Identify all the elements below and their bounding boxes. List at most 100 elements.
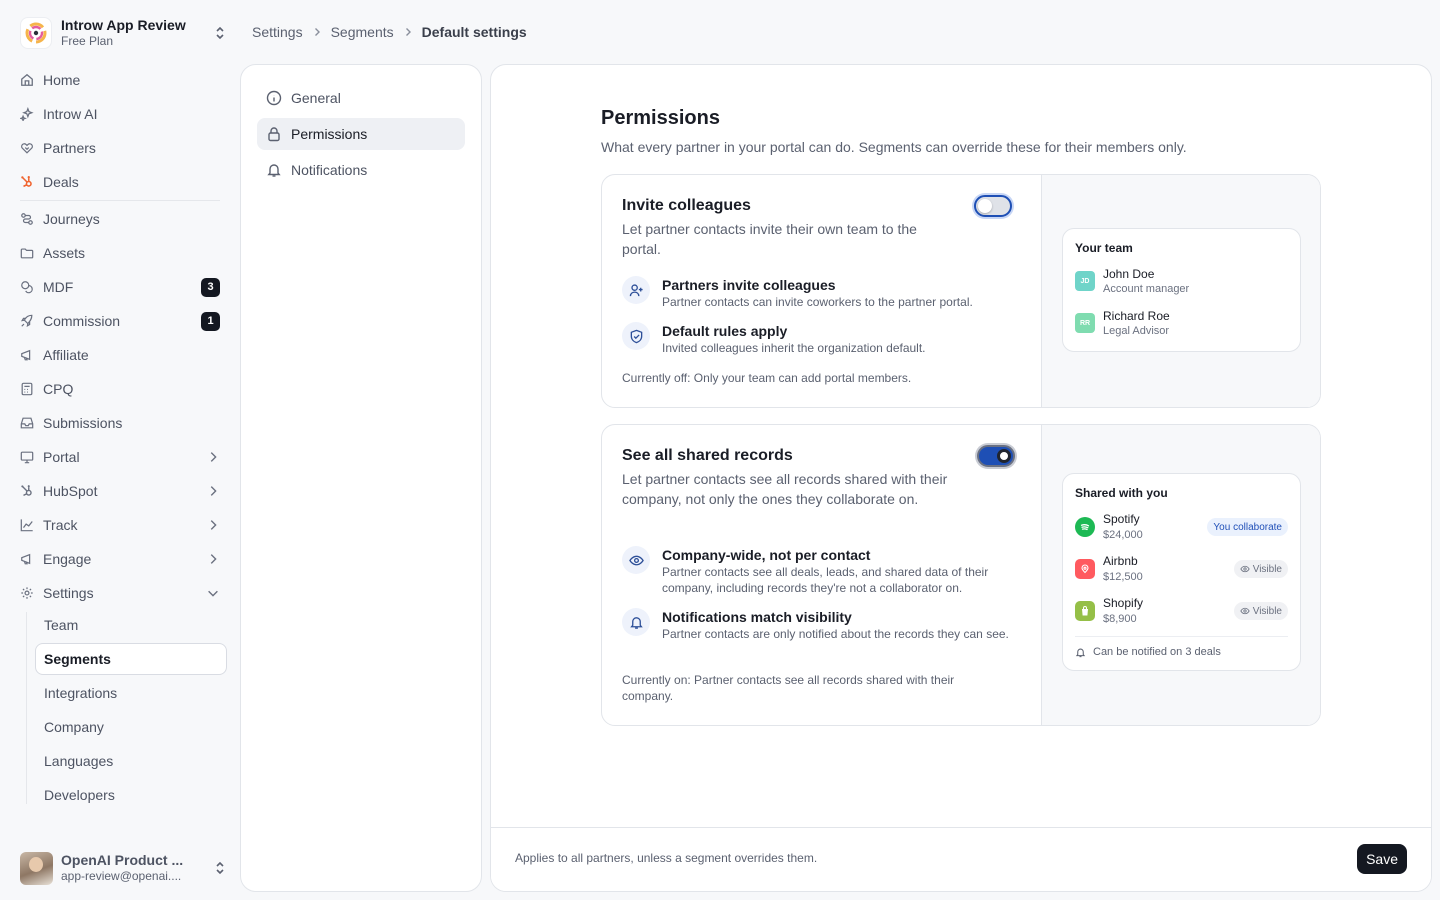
coins-icon bbox=[21, 281, 33, 294]
org-logo bbox=[20, 17, 52, 49]
card-status: Currently on: Partner contacts see all r… bbox=[622, 673, 955, 703]
settings-sub-languages[interactable]: Languages bbox=[44, 748, 113, 774]
nav-label: Introw AI bbox=[43, 106, 98, 122]
lock-icon bbox=[268, 127, 280, 142]
nav-item-submissions[interactable]: Submissions bbox=[20, 410, 220, 436]
feature-item: Default rules apply Invited colleagues i… bbox=[622, 322, 1012, 356]
page-title: Permissions bbox=[601, 107, 720, 129]
feature-item: Partners invite colleagues Partner conta… bbox=[622, 276, 1012, 310]
footer-bar: Applies to all partners, unless a segmen… bbox=[491, 827, 1431, 891]
member-role: Legal Advisor bbox=[1103, 325, 1170, 337]
nav-item-hubspot[interactable]: HubSpot bbox=[20, 478, 220, 504]
nav-label: Partners bbox=[43, 140, 96, 156]
settings-tree-line bbox=[26, 612, 27, 804]
nav-label: Submissions bbox=[43, 415, 123, 431]
feature-title: Partners invite colleagues bbox=[662, 277, 836, 293]
settings-sub-segments[interactable]: Segments bbox=[35, 643, 227, 675]
settings-sub-team[interactable]: Team bbox=[44, 612, 78, 638]
chevron-right-icon bbox=[314, 28, 320, 36]
visible-badge-label: Visible bbox=[1252, 605, 1282, 617]
handshake-icon bbox=[21, 143, 33, 154]
nav-item-partners[interactable]: Partners bbox=[20, 135, 220, 161]
nav-item-journeys[interactable]: Journeys bbox=[20, 206, 220, 232]
chevron-right-icon bbox=[405, 28, 411, 36]
chevron-right-icon bbox=[210, 554, 217, 564]
section-label: Permissions bbox=[291, 126, 368, 142]
collaborate-badge: You collaborate bbox=[1207, 518, 1288, 536]
nav-item-commission[interactable]: Commission 1 bbox=[20, 308, 220, 334]
member-name: John Doe bbox=[1103, 267, 1155, 281]
nav-label: Settings bbox=[43, 585, 94, 601]
monitor-icon bbox=[20, 451, 34, 464]
nav-item-mdf[interactable]: MDF 3 bbox=[20, 274, 220, 300]
toggle-knob bbox=[978, 199, 992, 213]
nav-item-introw-ai[interactable]: Introw AI bbox=[20, 101, 220, 127]
avatar bbox=[20, 851, 53, 885]
nav-label: HubSpot bbox=[43, 483, 98, 499]
section-permissions[interactable]: Permissions bbox=[257, 118, 465, 150]
nav-item-assets[interactable]: Assets bbox=[20, 240, 220, 266]
invite-colleagues-toggle[interactable] bbox=[974, 195, 1012, 217]
section-general[interactable]: General bbox=[257, 82, 465, 114]
nav-item-cpq[interactable]: CPQ bbox=[20, 376, 220, 402]
feature-title: Notifications match visibility bbox=[662, 609, 852, 625]
notify-summary: Can be notified on 3 deals bbox=[1075, 636, 1288, 658]
settings-sub-company[interactable]: Company bbox=[44, 714, 104, 740]
hubspot-icon bbox=[21, 176, 32, 188]
org-switcher[interactable]: Introw App Review Free Plan bbox=[20, 15, 228, 51]
record-row: Shopify $8,900 Visible bbox=[1075, 594, 1288, 628]
bell-icon bbox=[267, 164, 281, 177]
user-name: OpenAI Product ... bbox=[61, 851, 184, 868]
nav-item-home[interactable]: Home bbox=[20, 67, 220, 93]
team-member: JD John Doe Account manager bbox=[1075, 265, 1288, 297]
footer-note: Applies to all partners, unless a segmen… bbox=[515, 851, 818, 865]
nav-label: Commission bbox=[43, 313, 121, 329]
team-member: RR Richard Roe Legal Advisor bbox=[1075, 307, 1288, 339]
breadcrumb-segments[interactable]: Segments bbox=[331, 24, 394, 40]
card-preview-area: Shared with you Spotify $24,000 You coll… bbox=[1041, 425, 1320, 725]
chart-line-icon bbox=[20, 519, 33, 532]
sidebar: Introw App Review Free Plan Home Introw … bbox=[0, 0, 240, 900]
nav-label: Journeys bbox=[43, 211, 100, 227]
inbox-icon bbox=[20, 417, 34, 429]
toggle-knob bbox=[997, 449, 1011, 463]
user-menu[interactable]: OpenAI Product ... app-review@openai.... bbox=[20, 850, 228, 886]
feature-description: Invited colleagues inherit the organizat… bbox=[662, 341, 926, 355]
nav-item-track[interactable]: Track bbox=[20, 512, 220, 538]
eye-icon bbox=[1240, 607, 1250, 615]
sparkle-icon bbox=[20, 107, 34, 121]
section-notifications[interactable]: Notifications bbox=[257, 154, 465, 186]
chevron-right-icon bbox=[210, 520, 217, 530]
chevron-up-down-icon bbox=[216, 26, 224, 40]
hubspot-icon bbox=[21, 485, 32, 497]
team-preview: Your team JD John Doe Account manager RR… bbox=[1062, 228, 1301, 352]
nav-item-portal[interactable]: Portal bbox=[20, 444, 220, 470]
nav-item-engage[interactable]: Engage bbox=[20, 546, 220, 572]
shopify-icon bbox=[1075, 601, 1095, 621]
nav-item-settings[interactable]: Settings bbox=[20, 580, 220, 606]
save-button[interactable]: Save bbox=[1357, 844, 1407, 874]
nav-item-affiliate[interactable]: Affiliate bbox=[20, 342, 220, 368]
avatar: JD bbox=[1075, 271, 1095, 291]
record-name: Spotify bbox=[1103, 512, 1140, 526]
megaphone-icon bbox=[21, 349, 31, 361]
nav-label: Deals bbox=[43, 174, 79, 190]
nav-label: Home bbox=[43, 72, 81, 88]
settings-sub-integrations[interactable]: Integrations bbox=[44, 680, 117, 706]
breadcrumb-settings[interactable]: Settings bbox=[252, 24, 303, 40]
section-label: Notifications bbox=[291, 162, 368, 178]
nav-item-deals[interactable]: Deals bbox=[20, 169, 220, 195]
chevron-up-down-icon bbox=[216, 861, 224, 875]
see-all-records-toggle[interactable] bbox=[977, 445, 1015, 467]
settings-sub-developers[interactable]: Developers bbox=[44, 782, 115, 808]
record-amount: $24,000 bbox=[1103, 529, 1143, 541]
folder-icon bbox=[20, 248, 34, 259]
visible-badge: Visible bbox=[1233, 602, 1288, 620]
nav-label: Portal bbox=[43, 449, 80, 465]
feature-title: Default rules apply bbox=[662, 323, 788, 339]
card-preview-area: Your team JD John Doe Account manager RR… bbox=[1041, 175, 1320, 407]
feature-description: Partner contacts can invite coworkers to… bbox=[662, 295, 973, 309]
user-email: app-review@openai.... bbox=[61, 869, 182, 884]
breadcrumb-current: Default settings bbox=[421, 24, 527, 40]
org-name: Introw App Review bbox=[61, 17, 186, 34]
